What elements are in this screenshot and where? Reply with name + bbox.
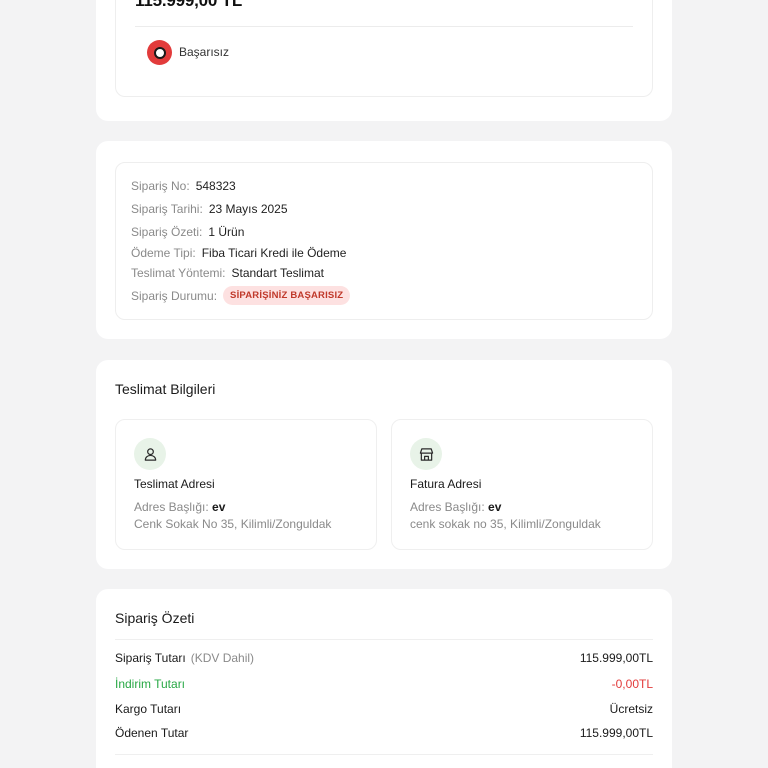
- payment-type-label: Ödeme Tipi:: [131, 246, 196, 260]
- divider: [115, 639, 653, 640]
- shipping-info-card: Teslimat Bilgileri Teslimat Adresi Adres…: [96, 360, 672, 569]
- paid-amount-value: 115.999,00TL: [579, 726, 653, 740]
- order-status-inner: 115.999,00 TL Başarısız: [115, 0, 653, 97]
- shipping-cost-label: Kargo Tutarı: [115, 702, 182, 716]
- delivery-method-row: Teslimat Yöntemi: Standart Teslimat: [131, 266, 324, 280]
- store-icon: [410, 438, 442, 470]
- order-summary-card: Sipariş Özeti Sipariş Tutarı (KDV Dahil) …: [96, 589, 672, 768]
- order-status-card: 115.999,00 TL Başarısız: [96, 0, 672, 121]
- status-step-label: Başarısız: [179, 45, 230, 59]
- order-summary-row: Sipariş Özeti: 1 Ürün: [131, 225, 244, 239]
- order-summary-value: 1 Ürün: [208, 225, 245, 239]
- delivery-address-heading: Adres Başlığı: ev: [134, 500, 225, 514]
- delivery-address-box: Teslimat Adresi Adres Başlığı: ev Cenk S…: [115, 419, 377, 550]
- address-title-label: Adres Başlığı:: [134, 500, 209, 514]
- order-date-row: Sipariş Tarihi: 23 Mayıs 2025: [131, 202, 288, 216]
- order-number-row: Sipariş No: 548323: [131, 179, 236, 193]
- order-info-card: Sipariş No: 548323 Sipariş Tarihi: 23 Ma…: [96, 141, 672, 339]
- user-icon: [134, 438, 166, 470]
- payment-type-value: Fiba Ticari Kredi ile Ödeme: [201, 246, 347, 260]
- paid-amount-row: Ödenen Tutar 115.999,00TL: [115, 726, 653, 740]
- order-status-label: Sipariş Durumu:: [131, 288, 218, 303]
- discount-value: -0,00TL: [611, 677, 653, 691]
- delivery-method-label: Teslimat Yöntemi:: [131, 266, 226, 280]
- shipping-info-title: Teslimat Bilgileri: [115, 381, 216, 397]
- order-info-inner: Sipariş No: 548323 Sipariş Tarihi: 23 Ma…: [115, 162, 653, 320]
- failed-status-icon: [147, 40, 172, 65]
- discount-row: İndirim Tutarı -0,00TL: [115, 677, 653, 691]
- shipping-cost-value: Ücretsiz: [609, 702, 653, 716]
- divider: [115, 754, 653, 755]
- billing-address-title: Fatura Adresi: [410, 477, 482, 491]
- delivery-address-title: Teslimat Adresi: [134, 477, 215, 491]
- address-title-value: ev: [488, 500, 502, 514]
- order-summary-label: Sipariş Özeti:: [131, 225, 203, 239]
- vat-note: (KDV Dahil): [190, 651, 255, 665]
- address-title-label: Adres Başlığı:: [410, 500, 485, 514]
- paid-amount-label: Ödenen Tutar: [115, 726, 189, 740]
- payment-type-row: Ödeme Tipi: Fiba Ticari Kredi ile Ödeme: [131, 246, 346, 260]
- order-date-value: 23 Mayıs 2025: [208, 202, 288, 216]
- order-summary-title: Sipariş Özeti: [115, 610, 195, 626]
- billing-address-text: cenk sokak no 35, Kilimli/Zonguldak: [410, 517, 601, 531]
- order-total-price: 115.999,00 TL: [135, 0, 243, 10]
- shipping-cost-row: Kargo Tutarı Ücretsiz: [115, 702, 653, 716]
- delivery-method-value: Standart Teslimat: [231, 266, 324, 280]
- order-number-label: Sipariş No:: [131, 179, 190, 193]
- delivery-address-text: Cenk Sokak No 35, Kilimli/Zonguldak: [134, 517, 332, 531]
- order-amount-value: 115.999,00TL: [579, 651, 653, 665]
- discount-label: İndirim Tutarı: [115, 677, 186, 691]
- status-badge: SİPARİŞİNİZ BAŞARISIZ: [223, 286, 351, 305]
- order-amount-row: Sipariş Tutarı (KDV Dahil) 115.999,00TL: [115, 651, 653, 665]
- billing-address-heading: Adres Başlığı: ev: [410, 500, 501, 514]
- order-date-label: Sipariş Tarihi:: [131, 202, 203, 216]
- billing-address-box: Fatura Adresi Adres Başlığı: ev cenk sok…: [391, 419, 653, 550]
- divider: [135, 26, 633, 27]
- order-amount-label: Sipariş Tutarı: [115, 651, 186, 665]
- address-title-value: ev: [212, 500, 226, 514]
- order-number-value: 548323: [195, 179, 236, 193]
- order-status-row: Sipariş Durumu: SİPARİŞİNİZ BAŞARISIZ: [131, 286, 351, 305]
